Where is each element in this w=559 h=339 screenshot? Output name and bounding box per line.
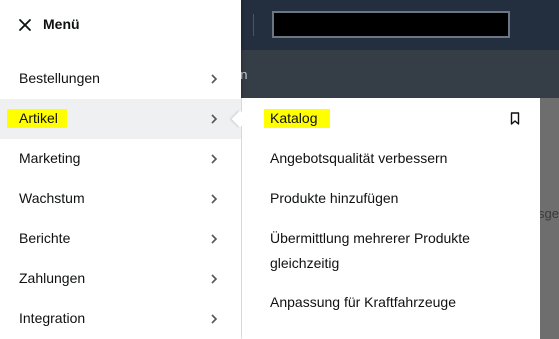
close-icon[interactable]: [17, 17, 33, 33]
menu-item-bestellungen[interactable]: Bestellungen: [0, 59, 241, 99]
menu-title: Menü: [43, 16, 80, 32]
chevron-right-icon: [211, 74, 218, 84]
side-menu: Menü Bestellungen Artikel Marketing Wach…: [0, 0, 241, 339]
chevron-right-icon: [211, 194, 218, 204]
submenu-item-label: Anpassung für Kraftfahrzeuge: [270, 294, 457, 310]
submenu-item-label: Produkte hinzufügen: [270, 190, 399, 206]
submenu-item-label-wrap: Katalog: [264, 106, 510, 131]
menu-item-zahlungen[interactable]: Zahlungen: [0, 259, 241, 299]
top-bar-divider: [253, 14, 254, 36]
chevron-right-icon: [211, 114, 218, 124]
menu-item-label-wrap: Artikel: [7, 109, 67, 128]
menu-item-label: Integration: [19, 310, 86, 326]
chevron-right-icon: [211, 274, 218, 284]
submenu-item-kraftfahrzeuge[interactable]: Anpassung für Kraftfahrzeuge: [242, 290, 540, 316]
chevron-right-icon: [211, 314, 218, 324]
page-content-overlay: sge: [538, 98, 559, 339]
clipped-content-text: sge: [538, 206, 559, 221]
menu-item-artikel[interactable]: Artikel: [0, 99, 241, 139]
menu-header: Menü: [0, 0, 241, 50]
submenu-item-katalog[interactable]: Katalog: [242, 98, 540, 138]
submenu-item-angebotsqualitaet[interactable]: Angebotsqualität verbessern: [242, 146, 540, 172]
submenu-artikel: Katalog Angebotsqualität verbessern Prod…: [242, 98, 540, 339]
menu-item-berichte[interactable]: Berichte: [0, 219, 241, 259]
menu-item-label: Wachstum: [19, 190, 85, 206]
menu-item-wachstum[interactable]: Wachstum: [0, 179, 241, 219]
bookmark-icon[interactable]: [510, 112, 520, 125]
submenu-item-label: Übermittlung mehrerer Produkte gleichzei…: [270, 230, 470, 271]
menu-item-label: Zahlungen: [19, 270, 86, 286]
menu-item-marketing[interactable]: Marketing: [0, 139, 241, 179]
menu-item-label: Marketing: [19, 150, 81, 166]
submenu-item-uebermittlung[interactable]: Übermittlung mehrerer Produkte gleichzei…: [242, 226, 540, 278]
menu-item-integration[interactable]: Integration: [0, 299, 241, 339]
submenu-item-label: Katalog: [264, 109, 331, 128]
submenu-item-label: Angebotsqualität verbessern: [270, 150, 448, 166]
search-input[interactable]: [272, 11, 510, 38]
chevron-right-icon: [211, 154, 218, 164]
chevron-right-icon: [211, 234, 218, 244]
submenu-item-produkte-hinzufuegen[interactable]: Produkte hinzufügen: [242, 186, 540, 212]
menu-item-label: Berichte: [19, 230, 71, 246]
menu-item-label: Artikel: [7, 109, 67, 128]
menu-item-label: Bestellungen: [19, 70, 100, 86]
